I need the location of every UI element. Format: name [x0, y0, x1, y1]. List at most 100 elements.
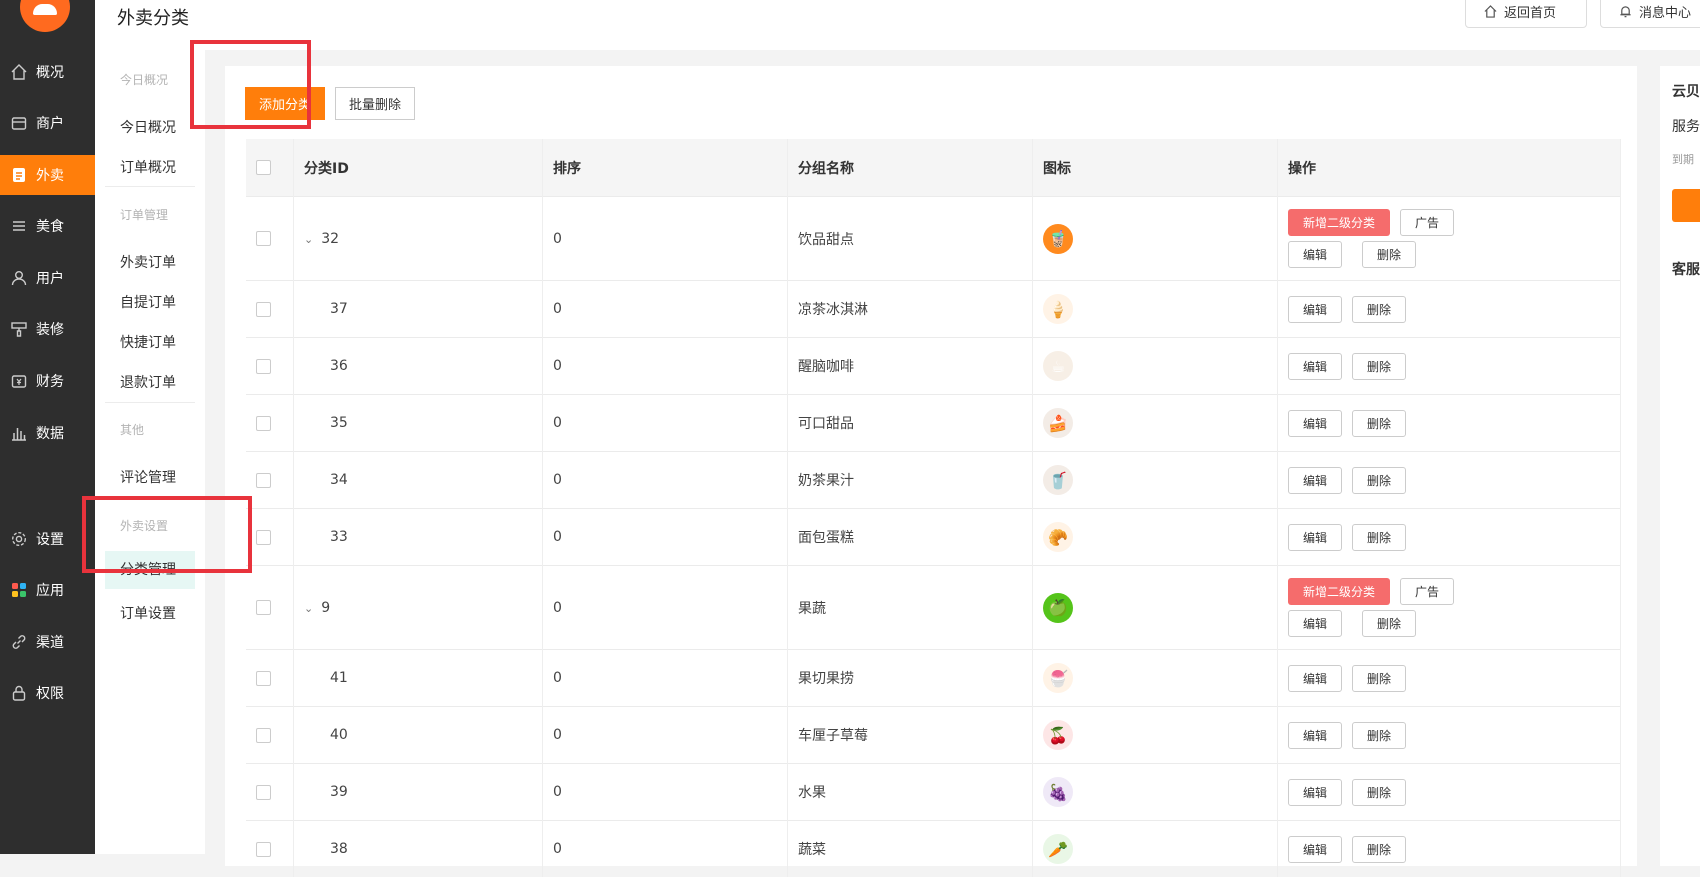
right-panel-button[interactable] — [1672, 189, 1700, 222]
edit-button[interactable]: 编辑 — [1288, 779, 1342, 806]
row-checkbox[interactable] — [256, 785, 271, 800]
select-all-checkbox[interactable] — [256, 160, 271, 175]
sidebar-item-gear[interactable]: 设置 — [0, 519, 95, 559]
sidebar-item-label: 商户 — [36, 113, 64, 133]
add-category-button[interactable]: 添加分类 — [245, 87, 325, 120]
delete-button[interactable]: 删除 — [1362, 241, 1416, 268]
edit-button[interactable]: 编辑 — [1288, 722, 1342, 749]
cell-actions: 新增二级分类广告编辑删除 — [1278, 197, 1621, 281]
cell-select — [246, 821, 294, 877]
category-image-icon: 🍇 — [1043, 777, 1073, 807]
sidebar-item-user[interactable]: 用户 — [0, 258, 95, 298]
cell-actions: 编辑删除 — [1278, 707, 1621, 764]
column-header-icon: 图标 — [1033, 139, 1278, 197]
category-image-icon: 🧋 — [1043, 224, 1073, 254]
delete-button[interactable]: 删除 — [1362, 610, 1416, 637]
logo-icon[interactable] — [20, 0, 70, 32]
message-center-button[interactable]: 消息中心 — [1600, 0, 1700, 28]
edit-button[interactable]: 编辑 — [1288, 241, 1342, 268]
category-image-icon: 🥤 — [1043, 465, 1073, 495]
row-checkbox[interactable] — [256, 600, 271, 615]
row-checkbox[interactable] — [256, 416, 271, 431]
subnav-item-takeout-orders[interactable]: 外卖订单 — [120, 252, 176, 272]
subnav-item-category-mgmt[interactable]: 分类管理 — [105, 551, 195, 589]
sidebar-item-label: 应用 — [36, 580, 64, 600]
bell-icon — [1619, 5, 1632, 18]
column-header-actions: 操作 — [1278, 139, 1621, 197]
column-header-sort[interactable]: 排序 — [543, 139, 788, 197]
row-checkbox[interactable] — [256, 530, 271, 545]
delete-button[interactable]: 删除 — [1352, 524, 1406, 551]
edit-button[interactable]: 编辑 — [1288, 353, 1342, 380]
sidebar-item-bar-chart[interactable]: 数据 — [0, 413, 95, 453]
subnav-item-quick-orders[interactable]: 快捷订单 — [120, 332, 176, 352]
category-id: 32 — [321, 231, 339, 247]
category-image-icon: 🍒 — [1043, 720, 1073, 750]
ad-button[interactable]: 广告 — [1400, 209, 1454, 236]
cell-icon: 🥕 — [1033, 821, 1278, 877]
category-id: 37 — [330, 301, 348, 317]
edit-button[interactable]: 编辑 — [1288, 296, 1342, 323]
top-header: 外卖分类 返回首页 消息中心 — [95, 0, 1700, 50]
subnav-item-pickup-orders[interactable]: 自提订单 — [120, 292, 176, 312]
edit-button[interactable]: 编辑 — [1288, 665, 1342, 692]
right-panel-title: 云贝 — [1672, 81, 1700, 101]
delete-button[interactable]: 删除 — [1352, 410, 1406, 437]
chevron-down-icon[interactable]: ⌄ — [304, 602, 313, 615]
right-panel-service: 服务 — [1672, 116, 1700, 136]
edit-button[interactable]: 编辑 — [1288, 610, 1342, 637]
edit-button[interactable]: 编辑 — [1288, 524, 1342, 551]
add-subcategory-button[interactable]: 新增二级分类 — [1288, 209, 1390, 236]
cell-sort: 0 — [543, 395, 788, 452]
sidebar-item-home[interactable]: 概况 — [0, 52, 95, 92]
cell-name: 水果 — [788, 764, 1033, 821]
sidebar-item-apps[interactable]: 应用 — [0, 570, 95, 610]
category-id: 41 — [330, 670, 348, 686]
home-button[interactable]: 返回首页 — [1465, 0, 1587, 28]
row-checkbox[interactable] — [256, 302, 271, 317]
cell-icon: 🥤 — [1033, 452, 1278, 509]
subnav-item-today[interactable]: 今日概况 — [120, 117, 176, 137]
delete-button[interactable]: 删除 — [1352, 296, 1406, 323]
sidebar-item-wallet[interactable]: 财务 — [0, 361, 95, 401]
subnav-item-refund-orders[interactable]: 退款订单 — [120, 372, 176, 392]
sub-sidebar: 今日概况 今日概况 订单概况 订单管理 外卖订单 自提订单 快捷订单 退款订单 … — [95, 0, 205, 854]
delete-button[interactable]: 删除 — [1352, 353, 1406, 380]
subnav-item-order-settings[interactable]: 订单设置 — [120, 603, 176, 623]
cell-id: 40 — [294, 707, 543, 764]
sidebar-item-takeout[interactable]: 外卖 — [0, 155, 95, 195]
delete-button[interactable]: 删除 — [1352, 467, 1406, 494]
edit-button[interactable]: 编辑 — [1288, 410, 1342, 437]
add-subcategory-button[interactable]: 新增二级分类 — [1288, 578, 1390, 605]
subnav-item-reviews[interactable]: 评论管理 — [120, 467, 176, 487]
edit-button[interactable]: 编辑 — [1288, 467, 1342, 494]
row-checkbox[interactable] — [256, 842, 271, 857]
column-header-name: 分组名称 — [788, 139, 1033, 197]
sidebar-item-brush[interactable]: 装修 — [0, 309, 95, 349]
bulk-delete-button[interactable]: 批量删除 — [335, 87, 415, 120]
sidebar-item-link[interactable]: 渠道 — [0, 622, 95, 662]
row-checkbox[interactable] — [256, 671, 271, 686]
delete-button[interactable]: 删除 — [1352, 665, 1406, 692]
cell-name: 果蔬 — [788, 566, 1033, 650]
chevron-down-icon[interactable]: ⌄ — [304, 233, 313, 246]
category-id: 34 — [330, 472, 348, 488]
column-header-id[interactable]: 分类ID — [294, 139, 543, 197]
sidebar-item-lock[interactable]: 权限 — [0, 673, 95, 713]
sidebar-item-store[interactable]: 商户 — [0, 103, 95, 143]
edit-button[interactable]: 编辑 — [1288, 836, 1342, 863]
sidebar-item-label: 设置 — [36, 529, 64, 549]
table-header-row: 分类ID 排序 分组名称 图标 操作 — [246, 139, 1621, 197]
row-checkbox[interactable] — [256, 231, 271, 246]
sidebar-item-list[interactable]: 美食 — [0, 206, 95, 246]
delete-button[interactable]: 删除 — [1352, 779, 1406, 806]
subnav-item-orders-overview[interactable]: 订单概况 — [120, 157, 176, 177]
row-checkbox[interactable] — [256, 473, 271, 488]
row-checkbox[interactable] — [256, 728, 271, 743]
row-checkbox[interactable] — [256, 359, 271, 374]
delete-button[interactable]: 删除 — [1352, 836, 1406, 863]
ad-button[interactable]: 广告 — [1400, 578, 1454, 605]
lock-icon — [10, 684, 28, 702]
right-panel-support: 客服 — [1672, 259, 1700, 279]
delete-button[interactable]: 删除 — [1352, 722, 1406, 749]
